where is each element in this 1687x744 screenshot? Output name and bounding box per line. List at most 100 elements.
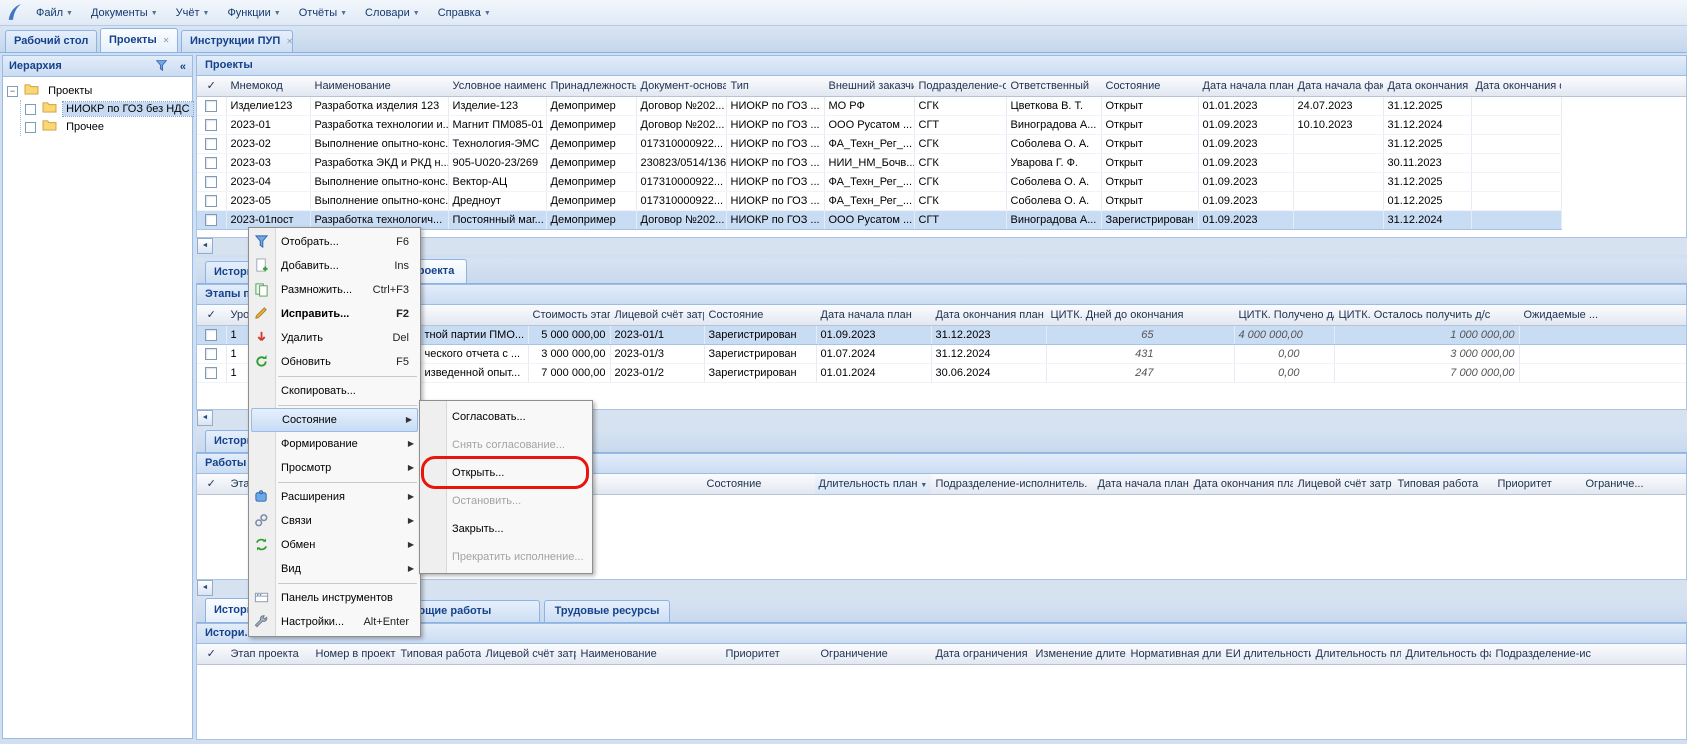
tree-node-label[interactable]: Прочее (63, 120, 107, 134)
menu-item-edit[interactable]: Исправить... F2 (250, 302, 419, 326)
menu-item-select[interactable]: Отобрать... F6 (250, 230, 419, 254)
grid-row[interactable]: 2023-05Выполнение опытно-конс...Дредноут… (197, 191, 1561, 210)
menu-item-preview[interactable]: Просмотр ▶ (250, 456, 419, 480)
column-header[interactable]: Этап проекта (226, 644, 311, 664)
row-checkbox[interactable] (205, 214, 217, 226)
tree-node-label[interactable]: Проекты (45, 84, 95, 98)
select-all-column-header[interactable]: ✓ (197, 644, 226, 664)
column-header[interactable]: Подразделение-исполнитель. (931, 474, 1093, 494)
row-checkbox[interactable] (205, 138, 217, 150)
grid-row[interactable]: 2023-04Выполнение опытно-конс...Вектор-А… (197, 172, 1561, 191)
column-header[interactable]: Изменение длите (1031, 644, 1126, 664)
column-header[interactable]: Состояние (1101, 76, 1198, 96)
column-header[interactable]: Нормативная длит (1126, 644, 1221, 664)
menubar-item-functions[interactable]: Функции▼ (218, 3, 289, 23)
column-header[interactable]: Типовая работа (1393, 474, 1493, 494)
column-header[interactable]: Длительность план▼ (814, 474, 931, 494)
scroll-left-icon[interactable]: ◄ (197, 580, 213, 596)
menubar-item-documents[interactable]: Документы▼ (82, 3, 167, 23)
column-header[interactable]: Дата окончания п (1383, 76, 1471, 96)
column-header[interactable]: Состояние (702, 474, 814, 494)
row-checkbox[interactable] (205, 348, 217, 360)
column-header[interactable]: Состояние (704, 305, 816, 325)
column-header[interactable]: Ограниче... (1581, 474, 1687, 494)
row-checkbox[interactable] (205, 157, 217, 169)
row-checkbox[interactable] (205, 329, 217, 341)
grid-row[interactable]: 2023-01Разработка технологии и...Магнит … (197, 115, 1561, 134)
menubar-item-reports[interactable]: Отчёты▼ (290, 3, 356, 23)
column-header[interactable]: Стоимость этапа (528, 305, 610, 325)
close-tab-icon[interactable]: ✕ (286, 37, 293, 46)
column-header[interactable]: ЕИ длительности (1221, 644, 1311, 664)
scroll-left-icon[interactable]: ◄ (197, 410, 213, 426)
column-header[interactable]: Ответственный (1006, 76, 1101, 96)
menu-item-copy[interactable]: Скопировать... (250, 379, 419, 403)
grid-row[interactable]: 2023-02Выполнение опытно-конс...Технолог… (197, 134, 1561, 153)
filter-icon[interactable] (155, 59, 168, 79)
column-header[interactable]: Номер в проекте (311, 644, 396, 664)
row-checkbox[interactable] (205, 195, 217, 207)
column-header[interactable]: Принадлежность (546, 76, 636, 96)
column-header[interactable]: Лицевой счёт затрат (610, 305, 704, 325)
grid-row[interactable]: 2023-03Разработка ЭКД и РКД н...905-U020… (197, 153, 1561, 172)
row-checkbox[interactable] (205, 100, 217, 112)
column-header[interactable]: Дата ограничения (931, 644, 1031, 664)
submenu-item-close[interactable]: Закрыть... (421, 515, 591, 543)
menu-item-formation[interactable]: Формирование ▶ (250, 432, 419, 456)
tree-node-niokr-goz[interactable]: НИОКР по ГОЗ без НДС (25, 100, 192, 118)
tree-checkbox[interactable] (25, 104, 36, 115)
column-header[interactable]: Дата окончания план (931, 305, 1046, 325)
submenu-item-stop[interactable]: Остановить... (421, 487, 591, 515)
tree-checkbox[interactable] (25, 122, 36, 133)
submenu-item-approve[interactable]: Согласовать... (421, 403, 591, 431)
column-header[interactable]: Документ-основан (636, 76, 726, 96)
column-header[interactable]: ЦИТК. Дней до окончания (1046, 305, 1234, 325)
scroll-left-icon[interactable]: ◄ (197, 238, 213, 254)
column-header[interactable]: Ограничение (816, 644, 931, 664)
column-header[interactable]: Типовая работа (396, 644, 481, 664)
column-header[interactable]: Приоритет (1493, 474, 1581, 494)
tab-projects[interactable]: Проекты✕ (100, 28, 178, 52)
column-header[interactable]: Мнемокод (226, 76, 310, 96)
column-header[interactable]: Дата окончания план (1189, 474, 1293, 494)
column-header[interactable]: Наименование (576, 644, 721, 664)
close-tab-icon[interactable]: ✕ (163, 36, 170, 45)
select-all-column-header[interactable]: ✓ (197, 305, 226, 325)
tab-desktop[interactable]: Рабочий стол (5, 30, 97, 52)
tab-instructions-pup[interactable]: Инструкции ПУП✕ (181, 30, 293, 52)
column-header[interactable]: Лицевой счёт затр (1293, 474, 1393, 494)
column-header[interactable]: Длительность фак (1401, 644, 1491, 664)
column-header[interactable]: Подразделение-ис (1491, 644, 1591, 664)
collapse-panel-icon[interactable]: « (180, 57, 186, 77)
collapse-node-icon[interactable]: − (7, 86, 18, 97)
column-header[interactable]: ЦИТК. Получено д/с (1234, 305, 1334, 325)
column-header[interactable]: Длительность пла (1311, 644, 1401, 664)
menu-item-view[interactable]: Вид ▶ (250, 557, 419, 581)
menubar-item-help[interactable]: Справка▼ (429, 3, 500, 23)
row-checkbox[interactable] (205, 367, 217, 379)
column-header[interactable]: Дата начала план. (1198, 76, 1293, 96)
menubar-item-accounting[interactable]: Учёт▼ (167, 3, 219, 23)
submenu-item-open[interactable]: Открыть... (421, 459, 591, 487)
menu-item-settings[interactable]: Настройки... Alt+Enter (250, 610, 419, 634)
column-header[interactable]: Дата начала план. (1093, 474, 1189, 494)
tree-node-label[interactable]: НИОКР по ГОЗ без НДС (63, 102, 192, 116)
menubar-item-dictionaries[interactable]: Словари▼ (356, 3, 429, 23)
column-header[interactable]: Дата начала план (816, 305, 931, 325)
column-header[interactable]: Наименование (310, 76, 448, 96)
menu-item-refresh[interactable]: Обновить F5 (250, 350, 419, 374)
submenu-item-unapprove[interactable]: Снять согласование... (421, 431, 591, 459)
column-header[interactable]: Приоритет (721, 644, 816, 664)
submenu-item-terminate[interactable]: Прекратить исполнение... (421, 543, 591, 571)
column-header[interactable]: Ожидаемые ... (1519, 305, 1687, 325)
column-header[interactable]: Внешний заказчик (824, 76, 914, 96)
menu-item-extensions[interactable]: Расширения ▶ (250, 485, 419, 509)
select-all-column-header[interactable]: ✓ (197, 474, 226, 494)
menu-item-add[interactable]: Добавить... Ins (250, 254, 419, 278)
tab-labor-resources[interactable]: Трудовые ресурсы (544, 600, 670, 622)
row-checkbox[interactable] (205, 119, 217, 131)
select-all-column-header[interactable]: ✓ (197, 76, 226, 96)
menu-item-toolbar-panel[interactable]: Панель инструментов (250, 586, 419, 610)
column-header[interactable]: Лицевой счёт затр (481, 644, 576, 664)
column-header[interactable]: Подразделение-от (914, 76, 1006, 96)
